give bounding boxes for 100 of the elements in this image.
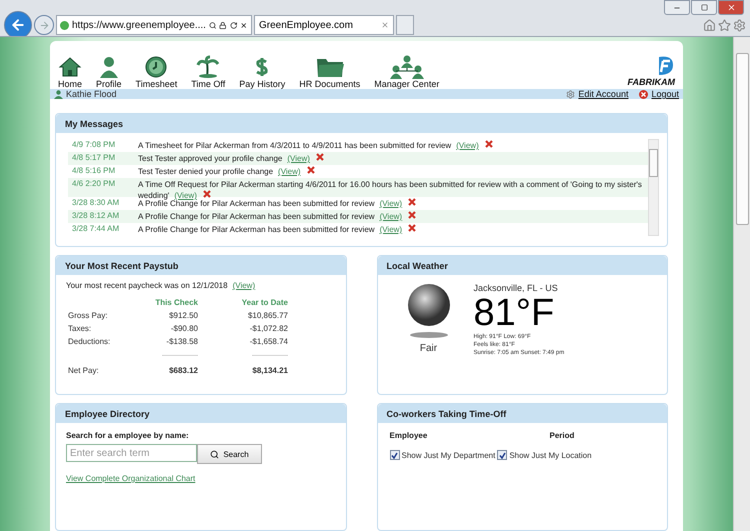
nav-item[interactable]: Timesheet — [136, 55, 178, 89]
column-header: Year to Date — [240, 298, 288, 307]
close-icon — [726, 3, 736, 12]
amount: $10,865.77 — [246, 311, 288, 320]
delete-icon[interactable] — [316, 153, 324, 161]
panel-title: Co-workers Taking Time-Off — [378, 404, 667, 423]
palm-tree-icon — [196, 55, 220, 79]
panel-title: Local Weather — [378, 256, 667, 275]
view-link[interactable]: (View) — [456, 141, 479, 150]
message-time: 4/9 7:08 PM — [72, 140, 116, 151]
panel-title: My Messages — [56, 114, 667, 133]
minimize-button[interactable] — [664, 0, 690, 15]
settings-icon[interactable] — [733, 18, 746, 32]
amount: -$138.58 — [165, 337, 198, 346]
delete-icon[interactable] — [408, 211, 416, 219]
amount: $683.12 — [168, 365, 198, 375]
amount: -$90.80 — [170, 324, 198, 333]
panel-title: Employee Directory — [56, 404, 346, 423]
column-header: Employee — [390, 431, 428, 440]
delete-icon[interactable] — [484, 140, 493, 148]
row-label: Gross Pay: — [68, 311, 109, 320]
scrollbar[interactable] — [733, 37, 750, 531]
view-link[interactable]: (View) — [232, 281, 256, 290]
stop-icon[interactable] — [240, 20, 248, 30]
gear-icon — [566, 90, 576, 98]
search-icon — [210, 450, 220, 458]
account-link[interactable]: Edit Account — [578, 89, 628, 99]
amount: -$1,658.74 — [248, 337, 288, 346]
message-time: 4/6 2:20 PM — [72, 179, 116, 190]
site-icon — [60, 20, 69, 30]
view-link[interactable]: (View) — [380, 225, 402, 234]
maximize-icon — [700, 4, 708, 11]
favorites-icon[interactable] — [718, 18, 731, 32]
delete-icon[interactable] — [202, 190, 211, 198]
view-link[interactable]: (View) — [380, 212, 402, 221]
address-bar[interactable]: https://www.greenemployee.... — [56, 15, 252, 35]
checkbox-label: Show Just My Department — [402, 450, 496, 460]
people-group-icon — [390, 55, 424, 79]
search-button[interactable]: Search — [197, 444, 262, 464]
message-text: A Profile Change for Pilar Ackerman has been submitted for review (View) — [138, 224, 644, 235]
search-field[interactable]: Enter search term — [66, 444, 197, 462]
lock-icon — [219, 20, 227, 30]
message-text: A Timesheet for Pilar Ackerman from 4/3/2011 to 4/9/2011 has been submitted for review (View) — [138, 140, 644, 151]
view-link[interactable]: (View) — [380, 199, 402, 208]
close-tab-icon[interactable] — [381, 21, 389, 29]
panel-title: Your Most Recent Paystub — [56, 256, 346, 275]
nav-item[interactable]: HR Documents — [299, 55, 360, 89]
column-header: This Check — [154, 298, 198, 307]
forward-button[interactable] — [34, 15, 54, 35]
delete-icon[interactable] — [408, 224, 416, 232]
message-time: 4/8 5:17 PM — [72, 153, 116, 164]
delete-icon[interactable] — [408, 198, 416, 206]
message-time: 4/8 5:16 PM — [72, 166, 116, 177]
weather-location: Jacksonville, FL - US — [474, 283, 559, 293]
user-icon — [54, 90, 63, 98]
nav-item[interactable]: Profile — [96, 55, 122, 89]
checkbox[interactable] — [390, 450, 400, 460]
user-name: Kathie Flood — [66, 89, 117, 99]
message-text: Test Tester approved your profile change (View) — [138, 153, 644, 164]
view-link[interactable]: (View) — [278, 167, 301, 176]
scrollbar[interactable] — [648, 139, 659, 236]
amount: $912.50 — [168, 311, 198, 320]
search-prompt: Search for a employee by name: — [66, 431, 190, 440]
brand-name: FABRIKAM — [628, 77, 675, 87]
weather-condition: Fair — [420, 343, 438, 354]
nav-item[interactable]: Time Off — [191, 55, 226, 89]
row-label: Taxes: — [68, 324, 92, 333]
close-button[interactable] — [718, 0, 744, 15]
nav-item[interactable]: Home — [58, 55, 82, 89]
row-label: Net Pay: — [68, 365, 100, 375]
moon-icon — [406, 283, 452, 339]
nav-item[interactable]: Pay History — [239, 55, 286, 89]
message-time: 3/28 8:12 AM — [72, 211, 120, 222]
checkbox[interactable] — [497, 450, 508, 460]
temperature: 81°F — [474, 293, 556, 333]
message-text: A Profile Change for Pilar Ackerman has been submitted for review (View) — [138, 211, 644, 222]
column-header: Period — [550, 431, 576, 440]
account-link[interactable]: Logout — [651, 89, 679, 99]
view-link[interactable]: (View) — [287, 154, 310, 163]
amount: -$1,072.82 — [248, 324, 288, 333]
forward-arrow-icon — [38, 20, 50, 30]
clock-icon — [144, 55, 168, 79]
message-text: Test Tester denied your profile change (View) — [138, 166, 644, 177]
checkbox-label: Show Just My Location — [509, 450, 592, 460]
paystub-intro: Your most recent paycheck was on 12/1/2018 — [66, 281, 228, 290]
maximize-button[interactable] — [691, 0, 717, 15]
message-time: 3/28 7:44 AM — [72, 224, 120, 235]
refresh-icon[interactable] — [230, 20, 238, 30]
nav-item[interactable]: Manager Center — [374, 55, 440, 89]
org-chart-link[interactable]: View Complete Organizational Chart — [66, 474, 196, 483]
amount: $8,134.21 — [251, 365, 288, 375]
home-icon[interactable] — [703, 18, 716, 32]
row-label: Deductions: — [68, 337, 112, 346]
logout-icon — [639, 90, 648, 98]
browser-tab[interactable]: GreenEmployee.com — [254, 15, 394, 35]
search-icon[interactable] — [208, 20, 216, 30]
delete-icon[interactable] — [306, 166, 315, 174]
message-time: 3/28 8:30 AM — [72, 198, 120, 209]
house-icon — [58, 55, 82, 79]
view-link[interactable]: (View) — [174, 191, 197, 200]
